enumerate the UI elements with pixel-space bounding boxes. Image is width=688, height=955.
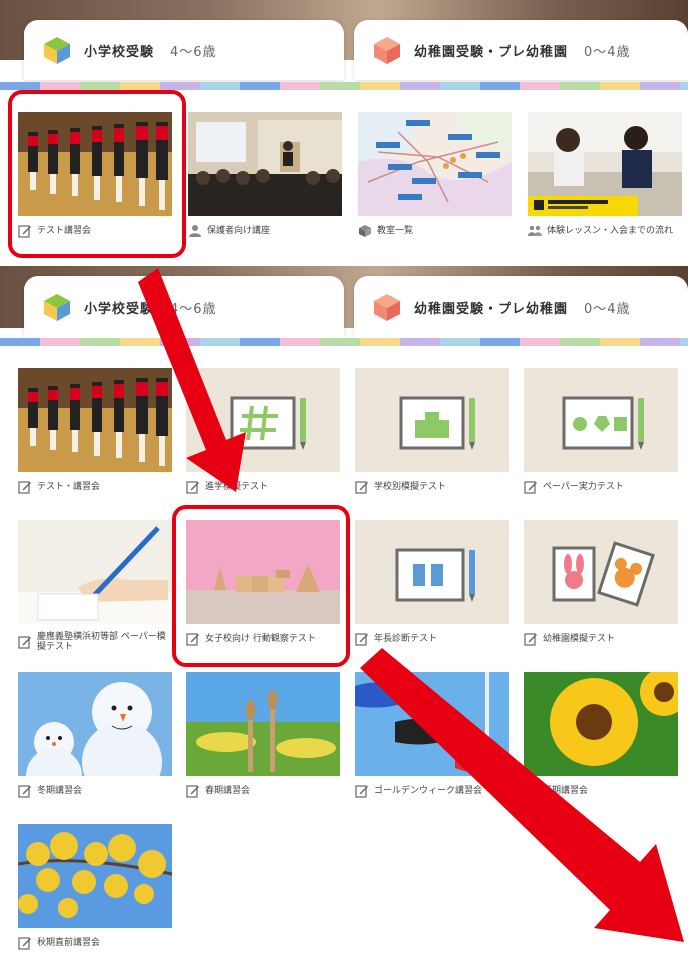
red-arrow-down xyxy=(138,268,246,492)
red-arrow-diagonal xyxy=(360,648,684,942)
annotation-arrow-overlay xyxy=(138,268,684,942)
